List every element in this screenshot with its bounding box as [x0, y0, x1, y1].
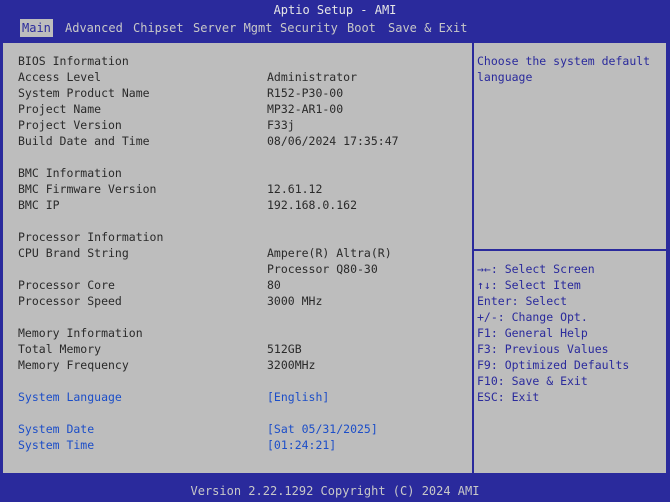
total-memory-label: Total Memory — [18, 342, 102, 356]
key-save-exit: F10: Save & Exit — [477, 374, 588, 388]
memory-frequency-label: Memory Frequency — [18, 358, 129, 372]
key-change-opt: +/-: Change Opt. — [477, 310, 588, 324]
tab-boot[interactable]: Boot — [345, 19, 378, 37]
menu-bar: Main Advanced Chipset Server Mgmt Securi… — [0, 19, 670, 37]
access-level-value: Administrator — [267, 70, 358, 84]
project-version-label: Project Version — [18, 118, 122, 132]
project-name-value: MP32-AR1-00 — [267, 102, 344, 116]
system-language-label[interactable]: System Language — [18, 389, 122, 405]
bios-info-heading: BIOS Information — [18, 54, 129, 68]
tab-chipset[interactable]: Chipset — [131, 19, 186, 37]
key-esc-exit: ESC: Exit — [477, 390, 540, 404]
processor-info-heading: Processor Information — [18, 230, 164, 244]
build-date-value: 08/06/2024 17:35:47 — [267, 134, 399, 148]
processor-speed-label: Processor Speed — [18, 294, 122, 308]
processor-core-label: Processor Core — [18, 278, 115, 292]
system-time-label[interactable]: System Time — [18, 437, 94, 453]
tab-server-mgmt[interactable]: Server Mgmt — [191, 19, 274, 37]
product-name-label: System Product Name — [18, 86, 150, 100]
bmc-fw-label: BMC Firmware Version — [18, 182, 157, 196]
total-memory-value: 512GB — [267, 342, 302, 356]
key-general-help: F1: General Help — [477, 326, 588, 340]
main-panel: BIOS Information Access Level Administra… — [2, 42, 667, 474]
bmc-info-heading: BMC Information — [18, 166, 122, 180]
bmc-fw-value: 12.61.12 — [267, 182, 323, 196]
cpu-brand-label: CPU Brand String — [18, 246, 129, 260]
project-version-value: F33j — [267, 118, 295, 132]
access-level-label: Access Level — [18, 70, 102, 84]
app-title: Aptio Setup - AMI — [273, 3, 397, 17]
tab-advanced[interactable]: Advanced — [63, 19, 125, 37]
build-date-label: Build Date and Time — [18, 134, 150, 148]
key-previous-values: F3: Previous Values — [477, 342, 609, 356]
system-language-value[interactable]: [English] — [267, 389, 329, 405]
system-date-value[interactable]: [Sat 05/31/2025] — [267, 421, 378, 437]
processor-speed-value: 3000 MHz — [267, 294, 323, 308]
processor-core-value: 80 — [267, 278, 281, 292]
key-select-item: ↑↓: Select Item — [477, 278, 581, 292]
bmc-ip-label: BMC IP — [18, 198, 60, 212]
cpu-brand-value-line2: Processor Q80-30 — [267, 262, 378, 276]
system-time-value[interactable]: [01:24:21] — [267, 437, 336, 453]
tab-security[interactable]: Security — [278, 19, 340, 37]
help-divider — [474, 249, 666, 251]
memory-info-heading: Memory Information — [18, 326, 143, 340]
project-name-label: Project Name — [18, 102, 102, 116]
tab-save-exit[interactable]: Save & Exit — [386, 19, 469, 37]
key-select-screen: →←: Select Screen — [477, 262, 595, 276]
tab-main[interactable]: Main — [20, 19, 53, 37]
help-text: Choose the system default language — [477, 54, 651, 84]
key-enter: Enter: Select — [477, 294, 568, 308]
system-date-label[interactable]: System Date — [18, 421, 94, 437]
cpu-brand-value-line1: Ampere(R) Altra(R) — [267, 246, 392, 260]
memory-frequency-value: 3200MHz — [267, 358, 316, 372]
bmc-ip-value: 192.168.0.162 — [267, 198, 358, 212]
footer-version: Version 2.22.1292 Copyright (C) 2024 AMI — [190, 484, 480, 498]
product-name-value: R152-P30-00 — [267, 86, 344, 100]
panel-divider — [472, 43, 474, 473]
key-optimized-defaults: F9: Optimized Defaults — [477, 358, 630, 372]
